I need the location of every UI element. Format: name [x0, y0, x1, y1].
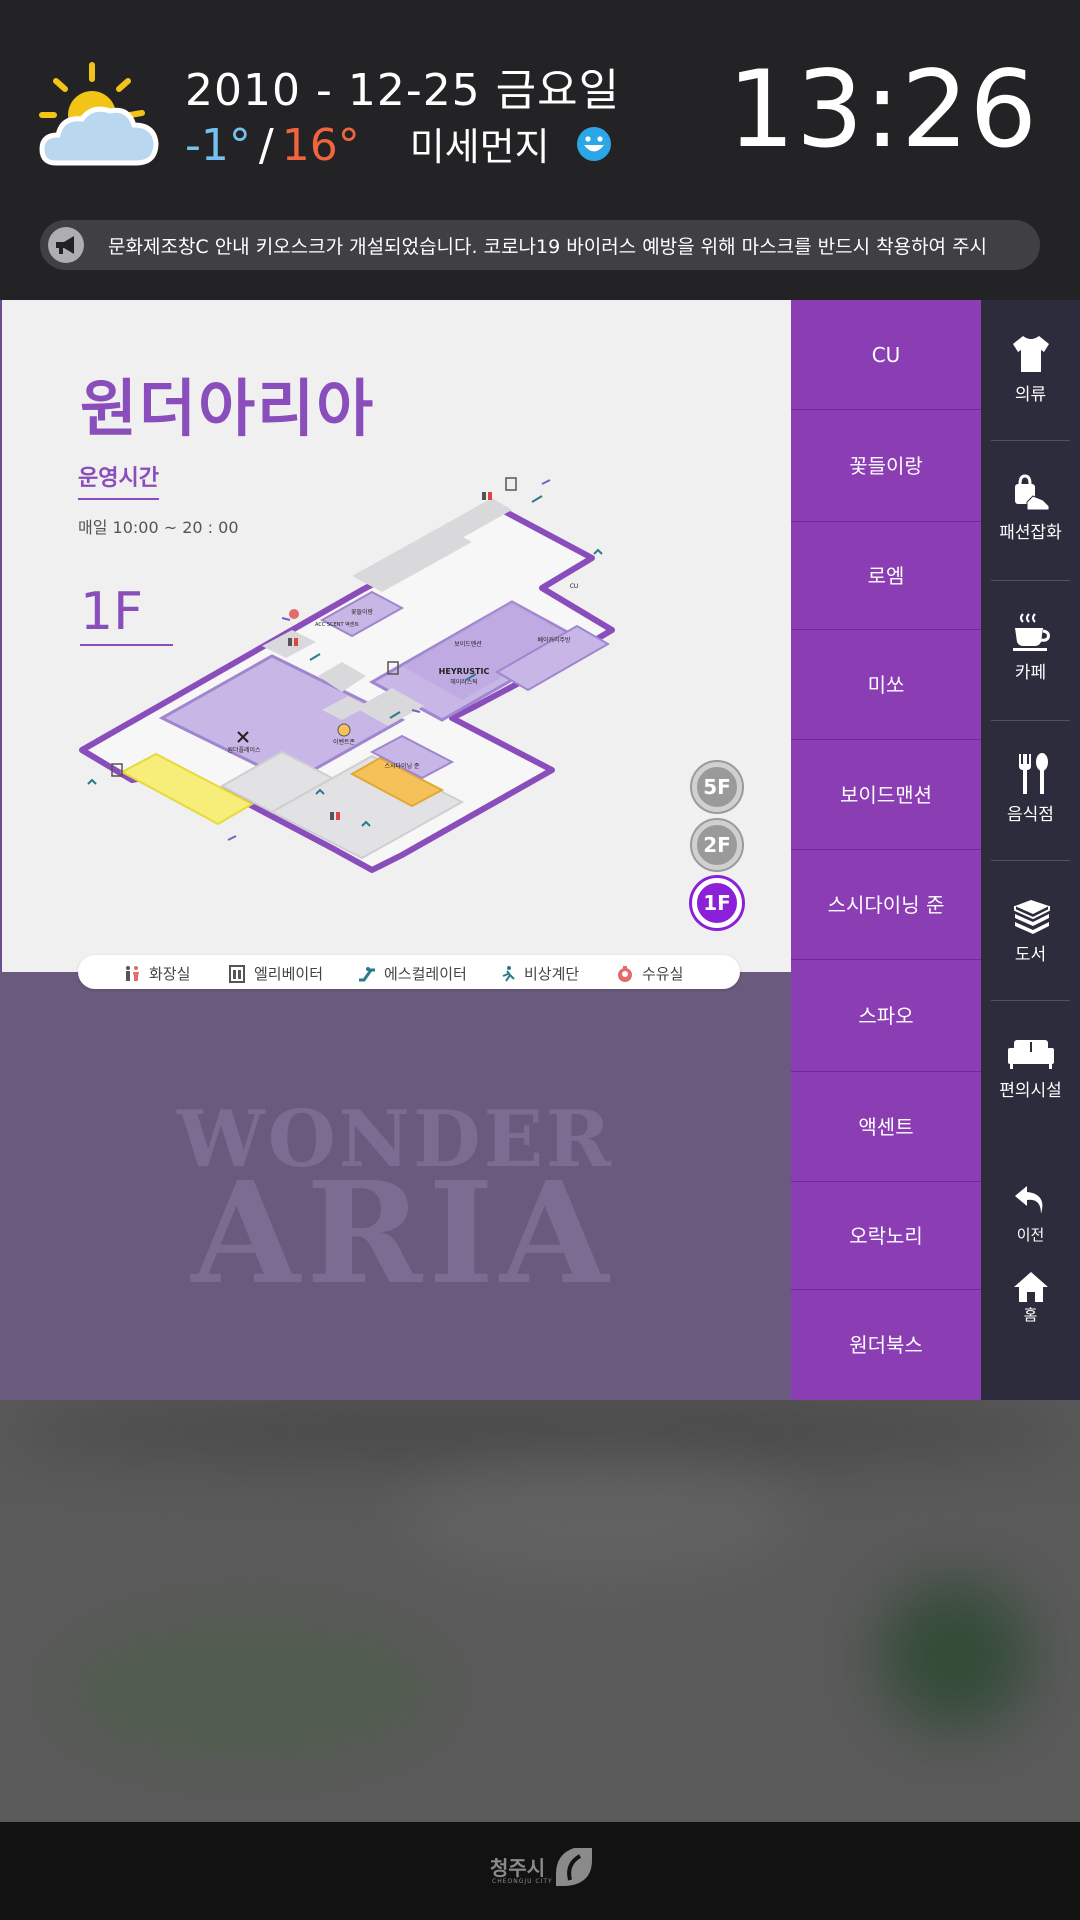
category-amenities[interactable]: 편의시설: [981, 1036, 1080, 1101]
home-icon: [1013, 1272, 1048, 1302]
legend-elevator: 엘리베이터: [228, 963, 323, 984]
store-item[interactable]: CU: [791, 300, 981, 410]
store-item[interactable]: 원더북스: [791, 1290, 981, 1400]
map-label-flower: 꽃들이랑: [351, 608, 374, 616]
back-label: 이전: [1016, 1226, 1045, 1244]
notice-text: 문화제조창C 안내 키오스크가 개설되었습니다. 코로나19 바이러스 예방을 …: [108, 236, 988, 258]
isometric-floor-map[interactable]: 원더플레이스 보이드맨션 HEYRUSTIC 헤이러스틱 베이커리주방 CU 꽃…: [72, 450, 752, 920]
back-button[interactable]: 이전: [981, 1180, 1080, 1245]
home-label: 홈: [1023, 1306, 1038, 1324]
map-label-bakery: 베이커리주방: [537, 636, 571, 644]
brand-logo-aria: ARIA: [191, 1152, 615, 1316]
map-restroom-icon: [482, 492, 492, 500]
city-logo-sub: CHEONGJU CITY: [492, 1878, 553, 1885]
category-label: 패션잡화: [999, 523, 1062, 543]
map-nursing-icon: [289, 609, 299, 619]
floor-map-panel: 원더아리아 운영시간 매일 10:00 ~ 20 : 00 1F 원더플레이스 …: [0, 300, 791, 972]
coffee-cup-icon: [1012, 613, 1050, 651]
category-restaurant[interactable]: 음식점: [981, 752, 1080, 825]
category-clothing[interactable]: 의류: [981, 332, 1080, 405]
store-item[interactable]: 보이드맨션: [791, 740, 981, 850]
map-label-cu: CU: [570, 583, 579, 590]
city-emblem-icon: [556, 1848, 592, 1886]
temp-high: 16°: [281, 120, 360, 171]
divider: [991, 1000, 1070, 1001]
store-item[interactable]: 스시다이닝 준: [791, 850, 981, 960]
category-label: 편의시설: [999, 1081, 1062, 1101]
category-cafe[interactable]: 카페: [981, 610, 1080, 683]
divider: [991, 440, 1070, 441]
map-label-boid: 보이드맨션: [454, 640, 482, 648]
category-books[interactable]: 도서: [981, 892, 1080, 965]
legend-nursing-room: 수유실: [616, 963, 683, 984]
temp-low: -1°: [185, 120, 251, 171]
map-legend: 화장실 엘리베이터 에스컬레이터 비상계단 수유실: [78, 955, 740, 989]
divider: [991, 580, 1070, 581]
map-label-heyrustic-logo: HEYRUSTIC: [439, 667, 490, 676]
category-label: 음식점: [1007, 805, 1054, 825]
floor-button-5f[interactable]: 5F: [692, 762, 742, 812]
store-item[interactable]: 액센트: [791, 1072, 981, 1182]
back-arrow-icon: [1014, 1186, 1042, 1214]
temperature: -1°/16° 미세먼지: [185, 116, 612, 171]
map-label-wonder-place: 원더플레이스: [227, 746, 261, 754]
store-list: CU 꽃들이랑 로엠 미쏘 보이드맨션 스시다이닝 준 스파오 액센트 오락노리…: [791, 300, 981, 1400]
divider: [991, 860, 1070, 861]
utensils-icon: [1018, 753, 1048, 794]
category-fashion-goods[interactable]: 패션잡화: [981, 470, 1080, 543]
footer: 청주시 CHEONGJU CITY: [0, 1822, 1080, 1920]
fashion-goods-icon: [1014, 474, 1049, 511]
store-item[interactable]: 오락노리: [791, 1182, 981, 1290]
legend-restroom: 화장실: [123, 963, 190, 984]
books-icon: [1013, 900, 1050, 934]
fine-dust-label: 미세먼지: [409, 125, 550, 169]
category-label: 카페: [1014, 663, 1047, 683]
restroom-icon: [126, 965, 139, 981]
smiley-face-icon: [576, 127, 611, 161]
category-sidebar: 의류 패션잡화 카페 음식점 도서 편의시설 이전 홈: [981, 300, 1080, 1400]
map-label-heyrustic: 헤이러스틱: [450, 678, 478, 686]
legend-emergency-stairs: 비상계단: [498, 963, 579, 984]
legend-label: 화장실: [149, 965, 191, 983]
store-item[interactable]: 로엠: [791, 522, 981, 630]
escalator-icon: [359, 966, 375, 981]
megaphone-icon: [48, 227, 84, 263]
sofa-icon: [1007, 1040, 1054, 1069]
legend-label: 수유실: [642, 965, 684, 983]
map-label-event: 이벤트존: [333, 738, 356, 746]
map-event-icon: [337, 723, 351, 737]
camera-background: [0, 1400, 1080, 1822]
category-label: 도서: [1014, 945, 1047, 965]
store-item[interactable]: 스파오: [791, 960, 981, 1072]
store-item[interactable]: 꽃들이랑: [791, 410, 981, 522]
city-logo-text: 청주시: [490, 1856, 546, 1880]
map-label-sushi: 스시다이닝 준: [384, 762, 420, 770]
nursing-room-icon: [618, 965, 632, 982]
category-label: 의류: [1014, 385, 1047, 405]
emergency-stairs-icon: [502, 965, 515, 982]
elevator-icon: [229, 964, 245, 983]
header: 2010 - 12-25 금요일 -1°/16° 미세먼지 13:26 문화제조…: [0, 0, 1080, 300]
divider: [991, 720, 1070, 721]
current-date: 2010 - 12-25 금요일: [185, 65, 621, 116]
legend-label: 에스컬레이터: [384, 965, 467, 983]
partly-cloudy-icon: [39, 62, 159, 166]
notice-ticker[interactable]: 문화제조창C 안내 키오스크가 개설되었습니다. 코로나19 바이러스 예방을 …: [40, 220, 1040, 270]
shop-title: 원더아리아: [80, 372, 376, 445]
floor-button-1f[interactable]: 1F: [692, 878, 742, 928]
legend-escalator: 에스컬레이터: [358, 963, 467, 984]
clock: 13:26: [727, 48, 1038, 171]
map-elevator-icon: [505, 477, 517, 491]
legend-label: 엘리베이터: [254, 965, 324, 983]
shirt-icon: [1012, 336, 1049, 372]
temp-separator: /: [258, 120, 274, 171]
home-button[interactable]: 홈: [981, 1270, 1080, 1325]
brand-panel: WONDER ARIA: [0, 972, 791, 1400]
store-item[interactable]: 미쏘: [791, 630, 981, 740]
legend-label: 비상계단: [524, 965, 580, 983]
map-label-accent: ACC SCENT 액센트: [315, 621, 359, 628]
floor-button-2f[interactable]: 2F: [692, 820, 742, 870]
